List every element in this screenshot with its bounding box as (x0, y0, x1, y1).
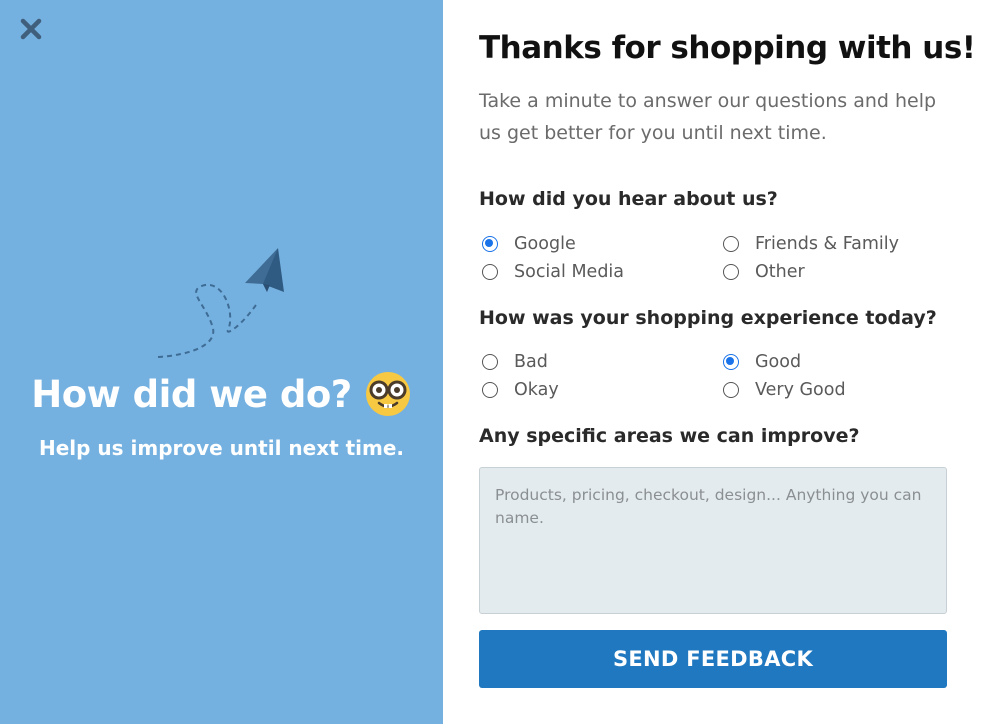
radio-option-very-good[interactable]: Very Good (723, 380, 846, 400)
radio-button[interactable] (482, 236, 498, 252)
radio-label: Bad (514, 352, 548, 372)
radio-option-okay[interactable]: Okay (482, 380, 559, 400)
improvement-textarea[interactable]: Products, pricing, checkout, design... A… (479, 467, 947, 614)
radio-button[interactable] (723, 264, 739, 280)
left-heading: How did we do? (0, 370, 443, 418)
radio-label: Good (755, 352, 802, 372)
radio-label: Friends & Family (755, 234, 900, 254)
radio-button[interactable] (723, 354, 739, 370)
radio-label: Other (755, 262, 805, 282)
paper-plane-icon (157, 248, 284, 358)
radio-label: Very Good (755, 380, 846, 400)
left-title: How did we do? (31, 372, 352, 416)
radio-button[interactable] (723, 382, 739, 398)
radio-option-good[interactable]: Good (723, 352, 801, 372)
send-feedback-button[interactable]: SEND FEEDBACK (479, 630, 947, 688)
left-subtitle: Help us improve until next time. (38, 436, 405, 460)
intro-text: Take a minute to answer our questions an… (479, 90, 937, 144)
question-hear-about-label: How did you hear about us? (479, 188, 778, 210)
question-experience-label: How was your shopping experience today? (479, 307, 937, 329)
radio-option-other[interactable]: Other (723, 262, 805, 282)
radio-button[interactable] (482, 264, 498, 280)
question-improve-label: Any specific areas we can improve? (479, 425, 860, 447)
radio-label: Google (514, 234, 576, 254)
radio-button[interactable] (723, 236, 739, 252)
radio-option-social-media[interactable]: Social Media (482, 262, 624, 282)
radio-label: Social Media (514, 262, 625, 282)
close-icon[interactable] (18, 16, 44, 42)
radio-option-friends-family[interactable]: Friends & Family (723, 234, 899, 254)
nerd-face-icon (365, 372, 410, 416)
page-title: Thanks for shopping with us! (479, 30, 976, 66)
left-panel: How did we do? Help us improve until nex… (0, 0, 443, 724)
radio-label: Okay (514, 380, 559, 400)
radio-button[interactable] (482, 382, 498, 398)
radio-option-google[interactable]: Google (482, 234, 576, 254)
radio-button[interactable] (482, 354, 498, 370)
radio-option-bad[interactable]: Bad (482, 352, 548, 372)
feedback-modal: How did we do? Help us improve until nex… (0, 0, 984, 724)
